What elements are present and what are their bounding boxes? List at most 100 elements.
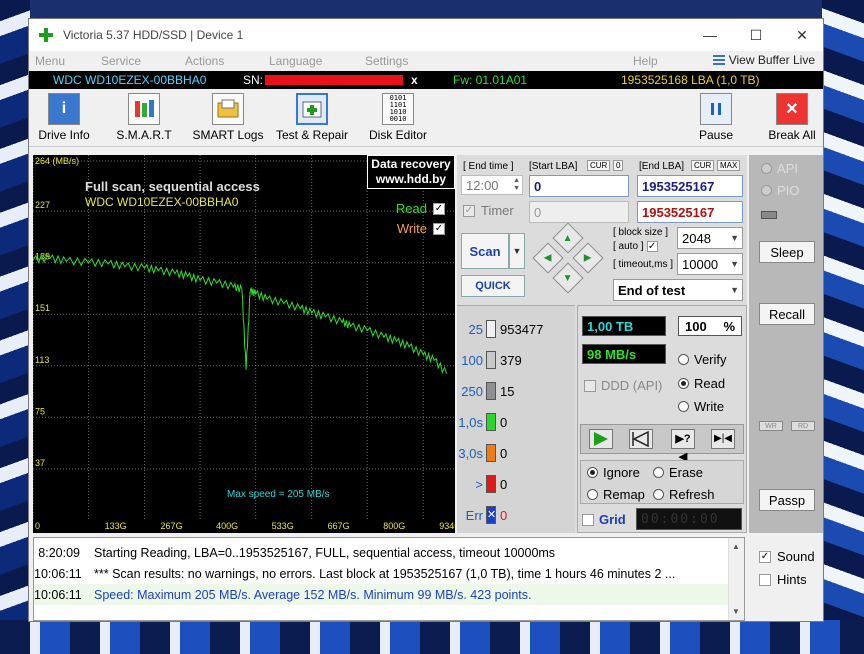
timeout-select[interactable]: 10000 ▼	[677, 253, 743, 275]
erase-option[interactable]: Erase	[653, 465, 703, 480]
refresh-radio[interactable]	[653, 489, 664, 500]
dpad-down-button[interactable]: ▼	[552, 262, 584, 294]
start-lba-cur-button[interactable]: CUR	[587, 160, 611, 171]
api-option[interactable]: API	[761, 161, 798, 176]
write-toggle-label: Write	[396, 221, 427, 236]
scan-dropdown-button[interactable]: ▼	[509, 233, 525, 269]
menu-item-help[interactable]: Help	[633, 54, 658, 68]
dpad-left-button[interactable]: ◀	[532, 242, 564, 274]
dpad-right-button[interactable]: ▶	[572, 242, 604, 274]
close-button[interactable]: ✕	[779, 19, 825, 51]
timer-checkbox[interactable]: ✓	[463, 204, 475, 217]
disk-editor-label: Disk Editor	[368, 128, 427, 142]
y-tick-label: 75	[35, 406, 45, 416]
write-checkbox[interactable]: ✓	[433, 222, 445, 235]
auto-checkbox[interactable]: ✓	[646, 241, 658, 252]
jump-unknown-button[interactable]: ▶?◀	[671, 429, 695, 463]
jump-end-button[interactable]: ▶|◀	[711, 429, 735, 449]
break-all-button[interactable]: ✕ Break All	[757, 93, 827, 142]
read-checkbox[interactable]: ✓	[433, 202, 445, 215]
write-radio[interactable]	[678, 401, 689, 412]
maximize-button[interactable]: ☐	[733, 19, 779, 51]
end-lba-label: [End LBA]	[639, 161, 685, 172]
pause-button[interactable]: Pause	[681, 93, 751, 142]
timer-toggle[interactable]: ✓ Timer	[463, 203, 514, 218]
data-recovery-badge[interactable]: Data recovery www.hdd.by	[367, 155, 455, 189]
remap-option[interactable]: Remap	[587, 487, 645, 502]
event-log[interactable]: 8:20:09 Starting Reading, LBA=0..1953525…	[33, 537, 745, 621]
erase-radio[interactable]	[653, 467, 664, 478]
menu-item-actions[interactable]: Actions	[185, 54, 224, 68]
pio-option[interactable]: PIO	[761, 183, 799, 198]
title-bar: Victoria 5.37 HDD/SSD | Device 1 — ☐ ✕	[29, 19, 823, 51]
stat-label: >	[475, 476, 483, 492]
write-toggle[interactable]: Write ✓	[397, 221, 445, 236]
percent-box: 100 %	[678, 316, 742, 336]
verify-option[interactable]: Verify	[678, 352, 727, 367]
sound-toggle[interactable]: ✓ Sound	[759, 549, 815, 564]
grid-checkbox[interactable]	[582, 513, 594, 526]
read-toggle[interactable]: Read ✓	[396, 201, 445, 216]
ignore-option[interactable]: Ignore	[587, 465, 640, 480]
end-lba-current-input[interactable]: 1953525167	[637, 201, 743, 223]
start-lba-input[interactable]: 0	[529, 175, 629, 197]
stat-swatch	[486, 382, 496, 400]
api-radio[interactable]	[761, 163, 772, 174]
erase-label: Erase	[669, 465, 703, 480]
view-buffer-button[interactable]: View Buffer Live	[712, 53, 815, 67]
end-lba-cur-button[interactable]: CUR	[691, 160, 715, 171]
test-repair-button[interactable]: Test & Repair	[276, 93, 348, 142]
x-tick-label: 0	[35, 521, 40, 531]
menu-item-settings[interactable]: Settings	[365, 54, 408, 68]
scroll-up-icon[interactable]: ▲	[732, 542, 740, 551]
timer-value-input[interactable]: 0	[529, 201, 629, 223]
sound-checkbox[interactable]: ✓	[759, 550, 771, 563]
info-icon: i	[48, 93, 80, 125]
quick-button[interactable]: QUICK	[461, 275, 525, 297]
auto-toggle[interactable]: [ auto ] ✓	[613, 241, 658, 252]
serial-clear-button[interactable]: x	[411, 73, 418, 87]
block-size-select[interactable]: 2048 ▼	[677, 227, 743, 249]
pio-radio[interactable]	[761, 185, 772, 196]
hints-toggle[interactable]: Hints	[759, 572, 807, 587]
ignore-radio[interactable]	[587, 467, 598, 478]
hints-checkbox[interactable]	[759, 573, 771, 586]
end-action-select[interactable]: End of test ▼	[613, 279, 743, 301]
menu-item-service[interactable]: Service	[101, 54, 141, 68]
end-action-value: End of test	[618, 282, 686, 298]
end-time-input[interactable]: 12:00 ▲ ▼	[461, 175, 523, 195]
passp-button[interactable]: Passp	[759, 489, 815, 511]
grid-toggle[interactable]: Grid	[582, 512, 626, 527]
sound-label: Sound	[777, 549, 815, 564]
verify-radio[interactable]	[678, 354, 689, 365]
menu-item-menu[interactable]: Menu	[35, 54, 65, 68]
error-x-icon: ✕	[486, 506, 496, 524]
remap-radio[interactable]	[587, 489, 598, 500]
step-back-button[interactable]	[629, 429, 653, 449]
minimize-button[interactable]: —	[687, 19, 733, 51]
smart-button[interactable]: S.M.A.R.T	[109, 93, 179, 142]
end-lba-input[interactable]: 1953525167	[637, 175, 743, 197]
sleep-button[interactable]: Sleep	[759, 241, 815, 263]
dpad-up-button[interactable]: ▲	[552, 222, 584, 254]
ddd-api-toggle[interactable]: DDD (API)	[584, 378, 662, 393]
ddd-api-checkbox[interactable]	[584, 379, 596, 392]
drive-info-button[interactable]: i Drive Info	[29, 93, 99, 142]
menu-item-language[interactable]: Language	[269, 54, 322, 68]
end-lba-max-button[interactable]: MAX	[717, 160, 741, 171]
write-option[interactable]: Write	[678, 399, 724, 414]
scroll-down-icon[interactable]: ▼	[732, 607, 740, 616]
start-lba-zero-button[interactable]: 0	[613, 160, 624, 171]
end-time-spinner-icon[interactable]: ▲ ▼	[513, 177, 520, 193]
read-option[interactable]: Read	[678, 376, 725, 391]
recall-button[interactable]: Recall	[759, 303, 815, 325]
scan-button[interactable]: Scan	[461, 233, 509, 269]
read-radio[interactable]	[678, 378, 689, 389]
refresh-option[interactable]: Refresh	[653, 487, 715, 502]
smart-logs-button[interactable]: SMART Logs	[193, 93, 263, 142]
disk-editor-button[interactable]: 0101 1101 1010 0010 Disk Editor	[363, 93, 433, 142]
log-scrollbar[interactable]: ▲ ▼	[728, 538, 744, 620]
play-button[interactable]	[589, 429, 613, 449]
stat-count: 0	[500, 445, 508, 461]
timer-label: Timer	[481, 203, 514, 218]
